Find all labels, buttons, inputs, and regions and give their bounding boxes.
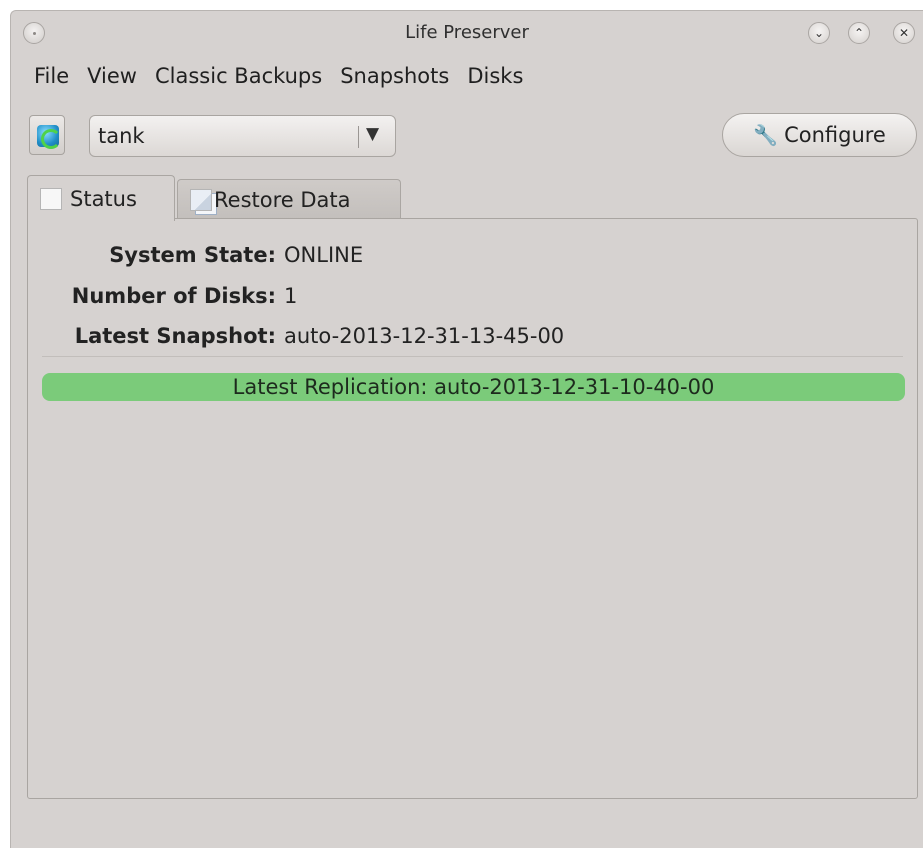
select-separator (358, 126, 359, 148)
app-window: Life Preserver ⌄ ⌃ ✕ File View Classic B… (10, 10, 923, 848)
window-title: Life Preserver (405, 22, 529, 43)
number-of-disks-row: Number of Disks: 1 (28, 284, 298, 308)
wrench-icon: 🔧 (753, 123, 779, 147)
pool-select-value: tank (98, 124, 145, 148)
close-icon[interactable]: ✕ (893, 22, 915, 44)
maximize-icon[interactable]: ⌃ (848, 22, 870, 44)
menu-classic-backups[interactable]: Classic Backups (146, 61, 331, 93)
number-of-disks-label: Number of Disks: (71, 284, 276, 308)
tab-status-label: Status (70, 186, 137, 211)
latest-snapshot-value: auto-2013-12-31-13-45-00 (284, 324, 565, 348)
menu-disks[interactable]: Disks (458, 61, 532, 93)
tab-restore-data-label: Restore Data (214, 187, 351, 212)
tab-restore-data[interactable]: Restore Data (177, 179, 401, 219)
pool-select[interactable]: tank ▼ (89, 115, 396, 157)
chevron-down-icon: ▼ (366, 124, 380, 144)
documents-icon (190, 188, 212, 211)
menu-file[interactable]: File (25, 61, 78, 93)
latest-snapshot-label: Latest Snapshot: (74, 324, 276, 348)
configure-label: Configure (784, 123, 886, 147)
system-state-row: System State: ONLINE (28, 243, 363, 267)
menu-view[interactable]: View (78, 61, 146, 93)
tab-status[interactable]: Status (27, 175, 175, 221)
system-state-value: ONLINE (284, 243, 364, 267)
number-of-disks-value: 1 (284, 284, 298, 308)
divider (42, 356, 903, 357)
latest-snapshot-row: Latest Snapshot: auto-2013-12-31-13-45-00 (28, 324, 564, 348)
menu-snapshots[interactable]: Snapshots (331, 61, 458, 93)
refresh-icon (37, 125, 61, 149)
title-bar[interactable]: Life Preserver ⌄ ⌃ ✕ (11, 11, 923, 53)
status-panel: System State: ONLINE Number of Disks: 1 La… (27, 218, 918, 799)
status-tab-icon (40, 187, 62, 210)
refresh-button[interactable] (29, 115, 65, 155)
system-state-label: System State: (109, 243, 276, 267)
configure-button[interactable]: 🔧 Configure (722, 113, 917, 157)
replication-status-bar: Latest Replication: auto-2013-12-31-10-4… (42, 373, 905, 401)
menu-bar: File View Classic Backups Snapshots Disk… (25, 61, 532, 93)
minimize-icon[interactable]: ⌄ (808, 22, 830, 44)
